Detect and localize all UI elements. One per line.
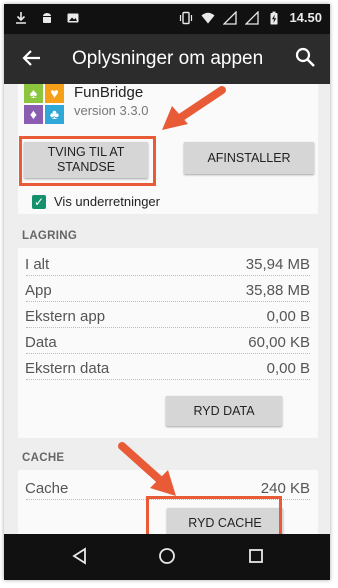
row-label: Data — [25, 334, 57, 351]
row-value: 0,00 B — [266, 360, 310, 377]
signal-icon-2 — [245, 10, 260, 25]
storage-row-total: I alt 35,94 MB — [18, 252, 318, 278]
row-label: I alt — [25, 256, 50, 273]
toolbar: Oplysninger om appen — [4, 34, 330, 84]
app-version: version 3.3.0 — [74, 103, 149, 118]
notifications-label: Vis underretninger — [54, 194, 160, 209]
app-name: FunBridge — [74, 84, 144, 101]
notification-icons — [14, 11, 80, 25]
arrow-back-icon[interactable] — [20, 46, 44, 70]
row-divider — [26, 275, 310, 276]
funbridge-logo: ♠ ♥ ♦ ♣ — [24, 84, 64, 124]
clock: 14.50 — [289, 10, 322, 25]
row-value: 35,94 MB — [245, 256, 310, 273]
storage-row-app: App 35,88 MB — [18, 278, 318, 304]
storage-row-data: Data 60,00 KB — [18, 330, 318, 356]
spade-tile: ♠ — [24, 84, 43, 103]
row-value: 35,88 MB — [245, 282, 310, 299]
annotation-arrow-icon — [118, 442, 176, 496]
wifi-icon — [201, 12, 215, 23]
nav-back-icon[interactable] — [70, 546, 90, 566]
row-divider — [26, 327, 310, 328]
app-info-screen: 14.50 Oplysninger om appen ♠ ♥ ♦ ♣ FunBr… — [4, 4, 330, 580]
row-value: 0,00 B — [266, 308, 310, 325]
storage-row-external-app: Ekstern app 0,00 B — [18, 304, 318, 330]
club-tile: ♣ — [45, 105, 64, 124]
row-label: Ekstern data — [25, 360, 110, 377]
image-icon — [67, 13, 79, 23]
storage-header: LAGRING — [22, 230, 78, 242]
clear-data-label: RYD DATA — [193, 403, 255, 418]
navigation-bar — [4, 534, 330, 580]
search-icon[interactable] — [294, 46, 316, 68]
row-label: Ekstern app — [25, 308, 106, 325]
row-label: Cache — [25, 480, 69, 497]
clear-data-button[interactable]: RYD DATA — [166, 396, 282, 426]
download-icon — [16, 12, 26, 24]
battery-charging-icon — [270, 11, 278, 24]
uninstall-label: AFINSTALLER — [207, 150, 291, 165]
android-icon — [43, 13, 51, 23]
uninstall-button[interactable]: AFINSTALLER — [184, 142, 314, 174]
annotation-arrow-icon — [162, 86, 226, 130]
row-divider — [26, 353, 310, 354]
row-value: 60,00 KB — [248, 334, 310, 351]
row-divider — [26, 301, 310, 302]
page-title: Oplysninger om appen — [72, 48, 264, 69]
storage-section-header: LAGRING — [18, 224, 318, 248]
content-area[interactable]: ♠ ♥ ♦ ♣ FunBridge version 3.3.0 TVING TI… — [4, 84, 330, 546]
signal-icon — [223, 10, 238, 25]
cache-header: CACHE — [22, 452, 65, 464]
row-label: App — [25, 282, 52, 299]
diamond-tile: ♦ — [24, 105, 43, 124]
notifications-checkbox[interactable]: ✓ — [32, 195, 46, 209]
vibrate-icon — [180, 11, 193, 24]
storage-card: I alt 35,94 MB App 35,88 MB Ekstern app … — [18, 248, 318, 438]
heart-tile: ♥ — [45, 84, 64, 103]
nav-recents-icon[interactable] — [246, 546, 266, 566]
highlight-box — [19, 136, 156, 186]
system-icons: 14.50 — [179, 10, 322, 25]
status-bar: 14.50 — [4, 4, 330, 34]
row-divider — [26, 379, 310, 380]
nav-home-icon[interactable] — [157, 546, 177, 566]
storage-row-external-data: Ekstern data 0,00 B — [18, 356, 318, 382]
row-value: 240 KB — [260, 480, 310, 497]
